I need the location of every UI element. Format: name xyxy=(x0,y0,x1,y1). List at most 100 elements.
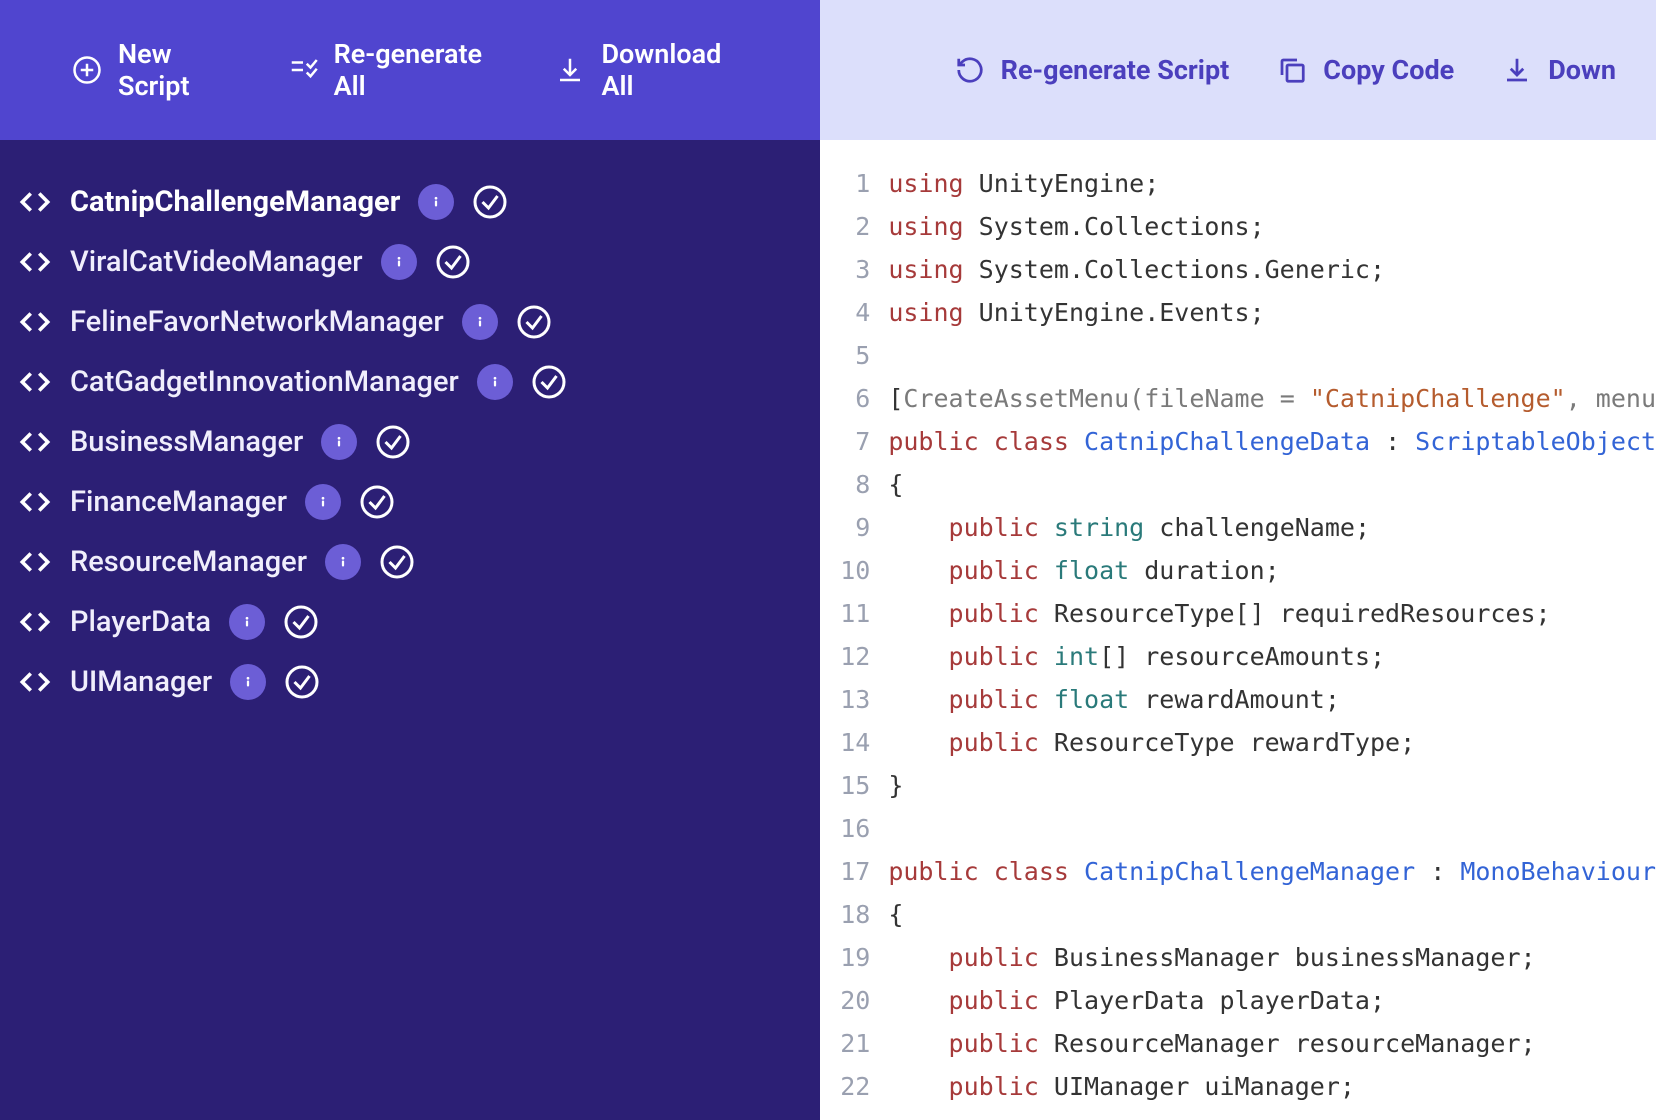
plus-circle-icon xyxy=(72,55,102,85)
check-circle-icon xyxy=(516,304,552,340)
line-number: 10 xyxy=(820,549,870,592)
code-body: using UnityEngine;using System.Collectio… xyxy=(888,140,1656,1120)
copy-code-button[interactable]: Copy Code xyxy=(1277,54,1454,86)
code-icon xyxy=(18,245,52,279)
copy-code-label: Copy Code xyxy=(1323,54,1454,86)
code-line xyxy=(888,334,1656,377)
regenerate-script-label: Re-generate Script xyxy=(1001,54,1230,86)
script-item[interactable]: FelineFavorNetworkManager xyxy=(14,292,806,352)
code-line: public string challengeName; xyxy=(888,506,1656,549)
regenerate-all-button[interactable]: Re-generate All xyxy=(288,38,508,102)
new-script-label: New Script xyxy=(118,38,240,102)
line-number: 12 xyxy=(820,635,870,678)
line-number: 15 xyxy=(820,764,870,807)
check-circle-icon xyxy=(284,664,320,700)
line-number: 8 xyxy=(820,463,870,506)
code-line: public ResourceType rewardType; xyxy=(888,721,1656,764)
line-number: 17 xyxy=(820,850,870,893)
list-check-icon xyxy=(288,55,318,85)
code-line: public ResourceType[] requiredResources; xyxy=(888,592,1656,635)
script-item[interactable]: ResourceManager xyxy=(14,532,806,592)
script-name: FelineFavorNetworkManager xyxy=(70,305,444,339)
download-icon xyxy=(555,55,585,85)
code-icon xyxy=(18,545,52,579)
line-number: 21 xyxy=(820,1022,870,1065)
script-name: CatGadgetInnovationManager xyxy=(70,365,459,399)
info-icon[interactable] xyxy=(229,604,265,640)
code-line xyxy=(888,807,1656,850)
line-number: 18 xyxy=(820,893,870,936)
script-item[interactable]: CatnipChallengeManager xyxy=(14,172,806,232)
info-icon[interactable] xyxy=(230,664,266,700)
code-line: public float rewardAmount; xyxy=(888,678,1656,721)
script-name: FinanceManager xyxy=(70,485,287,519)
code-line: public UIManager uiManager; xyxy=(888,1065,1656,1108)
script-item[interactable]: PlayerData xyxy=(14,592,806,652)
line-number: 22 xyxy=(820,1065,870,1108)
script-item[interactable]: ViralCatVideoManager xyxy=(14,232,806,292)
regenerate-all-label: Re-generate All xyxy=(334,38,508,102)
code-line: using System.Collections; xyxy=(888,205,1656,248)
script-item[interactable]: UIManager xyxy=(14,652,806,712)
script-item[interactable]: CatGadgetInnovationManager xyxy=(14,352,806,412)
check-circle-icon xyxy=(283,604,319,640)
line-number: 6 xyxy=(820,377,870,420)
info-icon[interactable] xyxy=(325,544,361,580)
refresh-icon xyxy=(955,55,985,85)
script-name: CatnipChallengeManager xyxy=(70,185,400,219)
info-icon[interactable] xyxy=(381,244,417,280)
download-icon xyxy=(1502,55,1532,85)
code-line: public ResourceManager resourceManager; xyxy=(888,1022,1656,1065)
line-number: 16 xyxy=(820,807,870,850)
code-line: using UnityEngine; xyxy=(888,162,1656,205)
code-line: public float duration; xyxy=(888,549,1656,592)
code-line: public int[] resourceAmounts; xyxy=(888,635,1656,678)
copy-icon xyxy=(1277,55,1307,85)
code-line: public BusinessManager businessManager; xyxy=(888,936,1656,979)
new-script-button[interactable]: New Script xyxy=(72,38,240,102)
check-circle-icon xyxy=(359,484,395,520)
code-icon xyxy=(18,605,52,639)
line-number: 14 xyxy=(820,721,870,764)
download-all-label: Download All xyxy=(601,38,748,102)
code-icon xyxy=(18,665,52,699)
line-number: 20 xyxy=(820,979,870,1022)
info-icon[interactable] xyxy=(477,364,513,400)
code-line: public PlayerData playerData; xyxy=(888,979,1656,1022)
code-icon xyxy=(18,185,52,219)
code-editor[interactable]: 12345678910111213141516171819202122 usin… xyxy=(820,140,1656,1120)
check-circle-icon xyxy=(531,364,567,400)
line-number: 4 xyxy=(820,291,870,334)
script-name: ViralCatVideoManager xyxy=(70,245,363,279)
script-name: BusinessManager xyxy=(70,425,303,459)
download-label: Down xyxy=(1548,54,1616,86)
line-number: 5 xyxy=(820,334,870,377)
info-icon[interactable] xyxy=(462,304,498,340)
line-number: 9 xyxy=(820,506,870,549)
info-icon[interactable] xyxy=(305,484,341,520)
script-list: CatnipChallengeManager ViralCatVideoManag… xyxy=(0,140,820,1120)
check-circle-icon xyxy=(375,424,411,460)
line-number: 2 xyxy=(820,205,870,248)
code-line: [CreateAssetMenu(fileName = "CatnipChall… xyxy=(888,377,1656,420)
code-line: public class CatnipChallengeData : Scrip… xyxy=(888,420,1656,463)
regenerate-script-button[interactable]: Re-generate Script xyxy=(955,54,1230,86)
code-line: public class CatnipChallengeManager : Mo… xyxy=(888,850,1656,893)
script-name: PlayerData xyxy=(70,605,211,639)
info-icon[interactable] xyxy=(321,424,357,460)
script-item[interactable]: BusinessManager xyxy=(14,412,806,472)
script-name: UIManager xyxy=(70,665,212,699)
code-line: { xyxy=(888,463,1656,506)
code-line: using UnityEngine.Events; xyxy=(888,291,1656,334)
download-button[interactable]: Down xyxy=(1502,54,1616,86)
line-number: 13 xyxy=(820,678,870,721)
check-circle-icon xyxy=(379,544,415,580)
check-circle-icon xyxy=(472,184,508,220)
line-number: 11 xyxy=(820,592,870,635)
check-circle-icon xyxy=(435,244,471,280)
download-all-button[interactable]: Download All xyxy=(555,38,748,102)
info-icon[interactable] xyxy=(418,184,454,220)
sidebar-toolbar: New Script Re-generate All Download All xyxy=(0,0,820,140)
main-panel: Re-generate Script Copy Code Down 123456… xyxy=(820,0,1656,1120)
script-item[interactable]: FinanceManager xyxy=(14,472,806,532)
